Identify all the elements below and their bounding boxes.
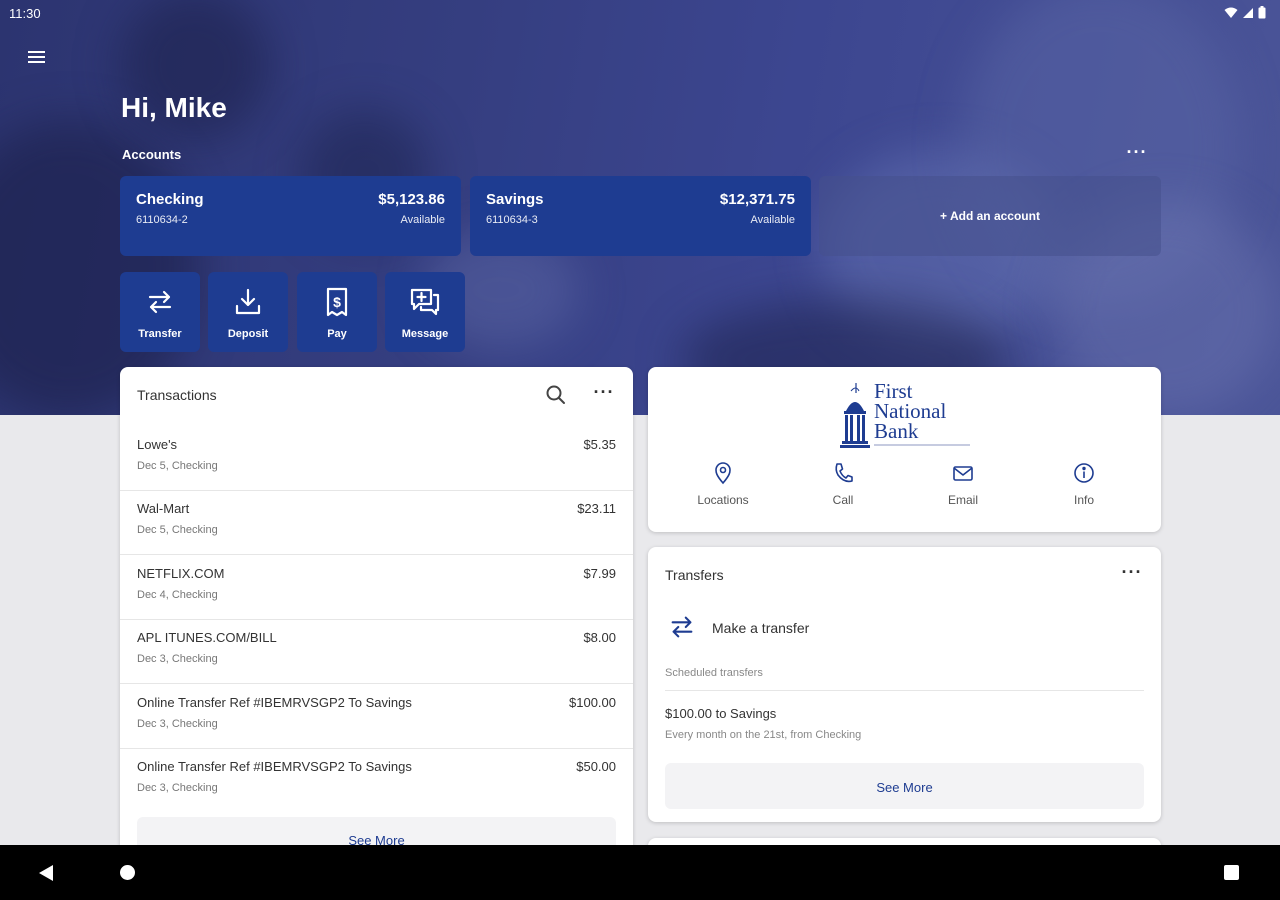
transfers-title: Transfers — [665, 567, 724, 583]
scheduled-transfer-details: Every month on the 21st, from Checking — [665, 729, 862, 741]
transaction-amount: $50.00 — [576, 759, 616, 774]
transaction-row[interactable]: Wal-Mart Dec 5, Checking $23.11 — [120, 491, 633, 555]
pay-button[interactable]: $ Pay — [297, 272, 377, 352]
pay-icon: $ — [326, 287, 348, 317]
transaction-amount: $5.35 — [583, 437, 616, 452]
bank-logo: First National Bank — [838, 381, 978, 453]
recents-icon[interactable] — [1224, 865, 1239, 880]
transaction-date: Dec 3, Checking — [137, 653, 218, 665]
account-number: 6110634-3 — [486, 214, 538, 226]
transaction-amount: $7.99 — [583, 566, 616, 581]
transactions-card: Transactions ··· Lowe's Dec 5, Checking … — [120, 367, 633, 867]
wifi-icon — [1224, 7, 1238, 18]
capitol-dome-icon — [840, 383, 870, 448]
transfers-more-icon[interactable]: ··· — [1119, 563, 1145, 590]
account-balance: $5,123.86 — [378, 191, 445, 208]
transaction-date: Dec 3, Checking — [137, 718, 218, 730]
transaction-name: Lowe's — [137, 437, 178, 452]
transfer-icon — [671, 616, 693, 638]
back-icon[interactable] — [38, 864, 54, 882]
phone-icon — [835, 463, 853, 483]
transfer-button[interactable]: Transfer — [120, 272, 200, 352]
pay-label: Pay — [327, 328, 347, 340]
make-transfer-button[interactable]: Make a transfer — [665, 607, 1065, 647]
transaction-date: Dec 5, Checking — [137, 460, 218, 472]
email-icon — [953, 466, 973, 481]
transaction-name: Wal-Mart — [137, 501, 190, 516]
message-icon — [410, 288, 440, 316]
transaction-date: Dec 5, Checking — [137, 524, 218, 536]
account-name: Checking — [136, 191, 204, 208]
bank-logo-text: First National Bank — [874, 379, 947, 443]
transaction-name: Online Transfer Ref #IBEMRVSGP2 To Savin… — [137, 759, 412, 774]
account-number: 6110634-2 — [136, 214, 188, 226]
battery-icon — [1258, 6, 1266, 19]
status-bar: 11:30 — [0, 0, 1280, 26]
account-balance-label: Available — [400, 214, 445, 226]
transaction-name: Online Transfer Ref #IBEMRVSGP2 To Savin… — [137, 695, 412, 710]
transactions-more-icon[interactable]: ··· — [591, 383, 617, 410]
info-button[interactable]: Info — [1034, 461, 1134, 507]
home-icon[interactable] — [120, 865, 135, 880]
scheduled-transfers-label: Scheduled transfers — [665, 667, 763, 679]
email-button[interactable]: Email — [913, 461, 1013, 507]
accounts-label: Accounts — [122, 147, 182, 162]
logo-tagline — [874, 444, 970, 446]
info-label: Info — [1073, 493, 1094, 507]
status-icons — [1224, 6, 1266, 19]
bank-info-card: First National Bank Locations Call Email… — [648, 367, 1161, 532]
divider — [665, 690, 1144, 691]
svg-text:$: $ — [333, 294, 341, 310]
transfers-see-more-button[interactable]: See More — [665, 763, 1144, 809]
transaction-row[interactable]: APL ITUNES.COM/BILL Dec 3, Checking $8.0… — [120, 620, 633, 684]
account-balance-label: Available — [750, 214, 795, 226]
make-transfer-label: Make a transfer — [712, 620, 810, 636]
transaction-name: NETFLIX.COM — [137, 566, 225, 581]
transfers-card: Transfers ··· Make a transfer Scheduled … — [648, 547, 1161, 822]
message-label: Message — [401, 328, 449, 340]
status-time: 11:30 — [9, 6, 41, 21]
message-button[interactable]: Message — [385, 272, 465, 352]
deposit-label: Deposit — [227, 328, 269, 340]
scheduled-transfer-title[interactable]: $100.00 to Savings — [665, 706, 776, 721]
transaction-amount: $23.11 — [577, 501, 616, 516]
transaction-row[interactable]: Online Transfer Ref #IBEMRVSGP2 To Savin… — [120, 749, 633, 813]
transaction-date: Dec 4, Checking — [137, 589, 218, 601]
system-nav-bar — [0, 845, 1280, 900]
email-label: Email — [947, 493, 978, 507]
transaction-row[interactable]: Lowe's Dec 5, Checking $5.35 — [120, 427, 633, 491]
greeting: Hi, Mike — [121, 92, 227, 123]
transaction-row[interactable]: Online Transfer Ref #IBEMRVSGP2 To Savin… — [120, 685, 633, 749]
accounts-more-icon[interactable]: ··· — [1122, 143, 1152, 165]
deposit-icon — [235, 288, 261, 315]
transfer-icon — [148, 290, 172, 314]
location-pin-icon — [715, 462, 731, 485]
transaction-amount: $8.00 — [583, 630, 616, 645]
menu-icon[interactable] — [24, 46, 50, 68]
account-name: Savings — [486, 191, 544, 208]
locations-button[interactable]: Locations — [673, 461, 773, 507]
locations-label: Locations — [697, 493, 749, 507]
account-card-checking[interactable]: Checking 6110634-2 $5,123.86 Available — [120, 176, 461, 256]
deposit-button[interactable]: Deposit — [208, 272, 288, 352]
account-card-savings[interactable]: Savings 6110634-3 $12,371.75 Available — [470, 176, 811, 256]
transaction-amount: $100.00 — [569, 695, 616, 710]
call-label: Call — [832, 493, 854, 507]
transaction-row[interactable]: NETFLIX.COM Dec 4, Checking $7.99 — [120, 556, 633, 620]
transactions-title: Transactions — [137, 387, 217, 403]
add-account-label: + Add an account — [940, 209, 1040, 223]
transaction-date: Dec 3, Checking — [137, 782, 218, 794]
search-icon[interactable] — [543, 382, 569, 408]
signal-icon — [1243, 7, 1253, 18]
info-icon — [1074, 463, 1094, 483]
call-button[interactable]: Call — [793, 461, 893, 507]
transaction-name: APL ITUNES.COM/BILL — [137, 630, 277, 645]
add-account-button[interactable]: + Add an account — [819, 176, 1161, 256]
account-balance: $12,371.75 — [719, 191, 795, 208]
transfer-label: Transfer — [138, 328, 182, 340]
